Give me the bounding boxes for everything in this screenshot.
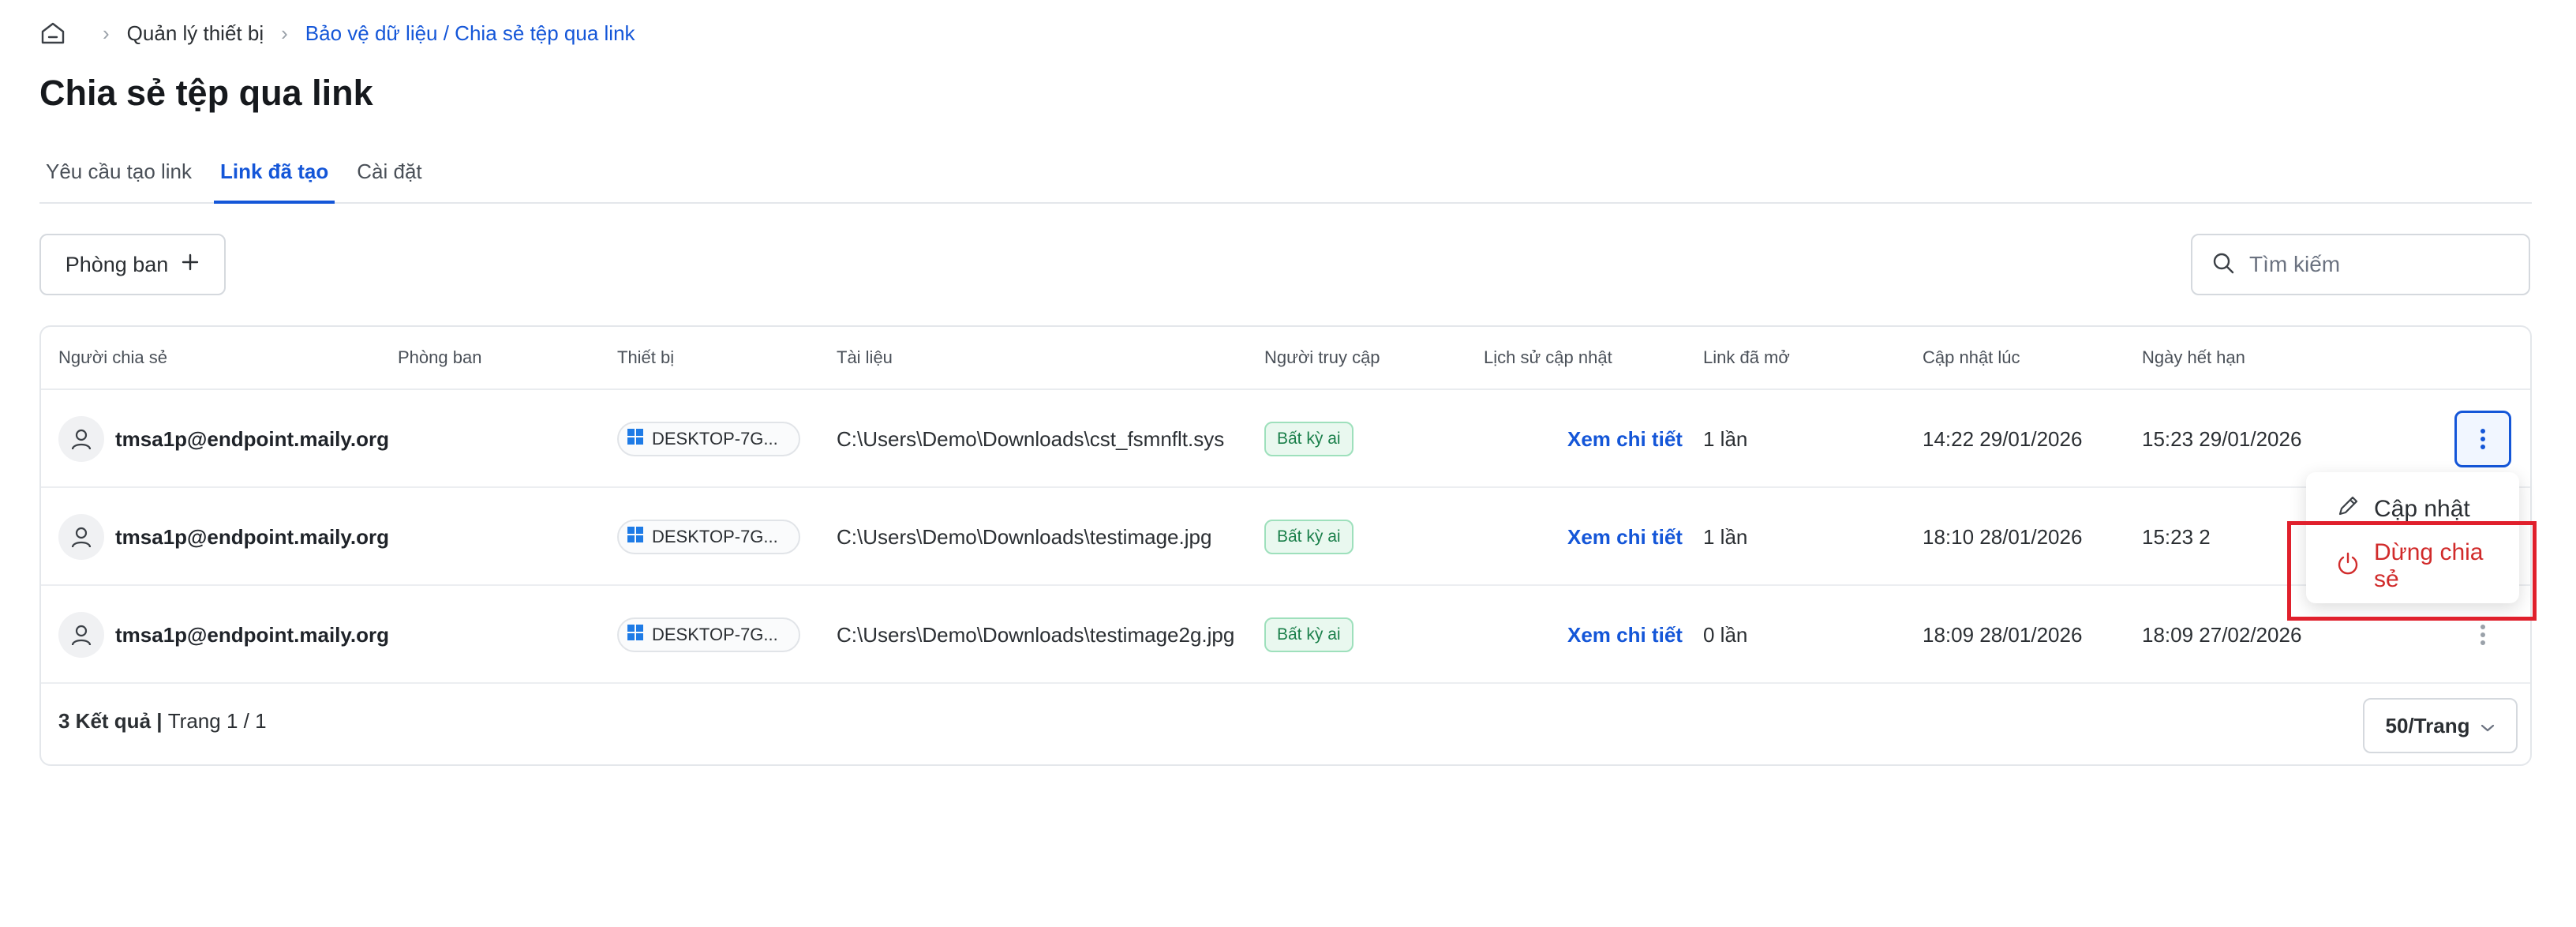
menu-item-stop-sharing[interactable]: Dừng chia sẻ	[2320, 539, 2511, 592]
document-path: C:\Users\Demo\Downloads\testimage.jpg	[837, 524, 1212, 549]
expiry-date: 18:09 27/02/2026	[2142, 622, 2302, 647]
table-row: tmsa1p@endpoint.maily.org DESKTOP-7G... …	[41, 488, 2530, 586]
opened-count: 0 lần	[1703, 622, 1748, 647]
updated-at: 14:22 29/01/2026	[1923, 426, 2083, 451]
access-badge: Bất kỳ ai	[1264, 617, 1354, 652]
expiry-date: 15:23 2	[2142, 524, 2211, 549]
history-cell: Xem chi tiết	[1567, 390, 1683, 488]
sharer-cell: tmsa1p@endpoint.maily.org	[58, 390, 389, 488]
device-cell: DESKTOP-7G...	[617, 586, 800, 684]
user-avatar-icon	[58, 612, 104, 658]
device-name: DESKTOP-7G...	[652, 625, 778, 644]
breadcrumb-device-management[interactable]: Quản lý thiết bị	[127, 21, 264, 46]
device-chip[interactable]: DESKTOP-7G...	[617, 520, 800, 554]
updated-at: 18:10 28/01/2026	[1923, 524, 2083, 549]
column-header-department: Phòng ban	[398, 347, 482, 367]
menu-item-update[interactable]: Cập nhật	[2320, 483, 2511, 535]
accessor-cell: Bất kỳ ai	[1264, 390, 1354, 488]
windows-icon	[627, 624, 644, 646]
sharer-email: tmsa1p@endpoint.maily.org	[115, 426, 390, 451]
device-name: DESKTOP-7G...	[652, 429, 778, 448]
windows-icon	[627, 428, 644, 450]
sharer-email: tmsa1p@endpoint.maily.org	[115, 524, 390, 549]
footer-separator: |	[151, 709, 168, 733]
department-filter-label: Phòng ban	[65, 252, 169, 276]
sharer-cell: tmsa1p@endpoint.maily.org	[58, 586, 389, 684]
access-badge: Bất kỳ ai	[1264, 422, 1354, 456]
tab-link-requests[interactable]: Yêu cầu tạo link	[39, 155, 198, 204]
page-title: Chia sẻ tệp qua link	[39, 73, 373, 113]
opened-count: 1 lần	[1703, 426, 1748, 451]
column-header-sharer: Người chia sẻ	[58, 347, 167, 367]
tab-bar: Yêu cầu tạo link Link đã tạo Cài đặt	[39, 155, 2532, 204]
document-path: C:\Users\Demo\Downloads\cst_fsmnflt.sys	[837, 426, 1225, 451]
column-header-accessor: Người truy cập	[1264, 347, 1380, 367]
device-cell: DESKTOP-7G...	[617, 488, 800, 586]
links-table: Người chia sẻ Phòng ban Thiết bị Tài liệ…	[39, 325, 2532, 766]
search-box	[2191, 234, 2530, 295]
row-actions-menu: Cập nhật Dừng chia sẻ	[2306, 472, 2519, 603]
access-badge: Bất kỳ ai	[1264, 520, 1354, 554]
tab-settings[interactable]: Cài đặt	[350, 155, 428, 204]
sharer-cell: tmsa1p@endpoint.maily.org	[58, 488, 389, 586]
plus-icon	[181, 253, 200, 277]
pencil-icon	[2336, 494, 2360, 524]
device-cell: DESKTOP-7G...	[617, 390, 800, 488]
search-icon	[2211, 251, 2235, 279]
device-name: DESKTOP-7G...	[652, 527, 778, 546]
table-header: Người chia sẻ Phòng ban Thiết bị Tài liệ…	[41, 327, 2530, 390]
result-count: 3 Kết quả	[58, 709, 152, 733]
page-size-select[interactable]: 50/Trang	[2363, 698, 2518, 753]
history-cell: Xem chi tiết	[1567, 488, 1683, 586]
chevron-down-icon	[2481, 714, 2495, 738]
column-header-document: Tài liệu	[837, 347, 893, 367]
more-actions-button[interactable]	[2454, 411, 2511, 467]
view-detail-link[interactable]: Xem chi tiết	[1567, 623, 1683, 647]
column-header-expiry: Ngày hết hạn	[2142, 347, 2245, 367]
column-header-history: Lịch sử cập nhật	[1484, 347, 1612, 367]
accessor-cell: Bất kỳ ai	[1264, 586, 1354, 684]
device-chip[interactable]: DESKTOP-7G...	[617, 617, 800, 652]
view-detail-link[interactable]: Xem chi tiết	[1567, 427, 1683, 452]
breadcrumb: › Quản lý thiết bị › Bảo vệ dữ liệu / Ch…	[39, 17, 635, 49]
column-header-updated-at: Cập nhật lúc	[1923, 347, 2020, 367]
column-header-opened: Link đã mở	[1703, 347, 1790, 367]
breadcrumb-data-protection[interactable]: Bảo vệ dữ liệu / Chia sẻ tệp qua link	[305, 21, 635, 46]
page-info: Trang 1 / 1	[167, 709, 267, 733]
page-size-value: 50/Trang	[2385, 713, 2470, 737]
column-header-device: Thiết bị	[617, 347, 675, 367]
chevron-right-icon: ›	[103, 21, 110, 45]
table-row: tmsa1p@endpoint.maily.org DESKTOP-7G... …	[41, 586, 2530, 684]
department-filter-button[interactable]: Phòng ban	[39, 234, 226, 295]
history-cell: Xem chi tiết	[1567, 586, 1683, 684]
more-actions-button[interactable]	[2454, 606, 2511, 663]
search-input[interactable]	[2249, 252, 2518, 277]
accessor-cell: Bất kỳ ai	[1264, 488, 1354, 586]
tab-created-links[interactable]: Link đã tạo	[214, 155, 335, 204]
windows-icon	[627, 526, 644, 548]
user-avatar-icon	[58, 514, 104, 560]
menu-item-update-label: Cập nhật	[2374, 496, 2470, 522]
home-icon[interactable]	[39, 20, 66, 47]
power-icon	[2336, 551, 2360, 581]
view-detail-link[interactable]: Xem chi tiết	[1567, 525, 1683, 550]
menu-item-stop-sharing-label: Dừng chia sẻ	[2374, 539, 2484, 592]
updated-at: 18:09 28/01/2026	[1923, 622, 2083, 647]
expiry-date: 15:23 29/01/2026	[2142, 426, 2302, 451]
table-row: tmsa1p@endpoint.maily.org DESKTOP-7G... …	[41, 390, 2530, 488]
user-avatar-icon	[58, 416, 104, 462]
opened-count: 1 lần	[1703, 524, 1748, 549]
chevron-right-icon: ›	[281, 21, 288, 45]
device-chip[interactable]: DESKTOP-7G...	[617, 422, 800, 456]
document-path: C:\Users\Demo\Downloads\testimage2g.jpg	[837, 622, 1235, 647]
result-summary: 3 Kết quả | Trang 1 / 1	[58, 709, 267, 734]
sharer-email: tmsa1p@endpoint.maily.org	[115, 622, 390, 647]
